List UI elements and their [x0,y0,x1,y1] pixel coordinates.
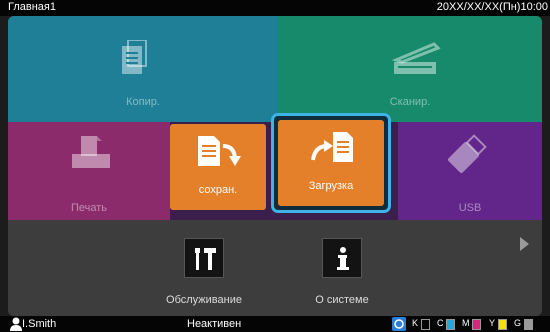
printer-tray-icon [72,136,110,168]
scan-label: Сканир. [389,96,431,108]
system-info-button[interactable] [322,238,362,278]
maintenance-label: Обслуживание [166,294,242,306]
ink-letter-g: G [514,318,522,328]
tools-area: Обслуживание О системе [8,220,542,316]
device-state: Неактивен [187,318,242,330]
load-document-icon [311,132,353,162]
load-button[interactable]: Загрузка [278,120,384,206]
save-document-icon [198,136,241,166]
ink-level-g [524,319,533,330]
usb-label: USB [458,202,482,214]
save-button[interactable]: сохран. [170,124,266,210]
network-icon [392,317,406,331]
print-tile[interactable]: Печать [8,122,170,220]
ink-level-y [498,319,507,330]
tools-icon [195,248,216,270]
copy-tile[interactable]: Копир. [8,16,278,122]
ink-letter-c: C [437,318,444,328]
maintenance-button[interactable] [184,238,224,278]
status-bar: I.Smith Неактивен K C M Y G [0,316,550,332]
usb-drive-icon [448,134,487,173]
next-page-arrow[interactable] [520,237,529,251]
top-bar: Главная1 20XX/XX/XX(Пн)10:00 [0,0,550,16]
ink-level-m [472,319,481,330]
system-label: О системе [315,294,369,306]
scan-tile[interactable]: Сканир. [278,16,542,122]
usb-tile[interactable]: USB [398,122,542,220]
ink-letter-k: K [412,318,419,328]
ink-letter-m: M [462,318,470,328]
screen-title: Главная1 [8,1,56,13]
user-name: I.Smith [22,318,57,330]
info-icon [337,247,349,270]
copy-label: Копир. [126,96,160,108]
save-label: сохран. [198,184,238,196]
ink-letter-y: Y [489,318,496,328]
scanner-icon [391,42,441,74]
copy-document-icon [122,40,147,74]
ink-level-c [446,319,455,330]
load-label: Загрузка [308,180,354,192]
home-panel: Копир. Сканир. Печать USB сохран. Загруз… [8,16,542,316]
user-icon [10,317,22,331]
clock: 20XX/XX/XX(Пн)10:00 [436,1,548,13]
ink-level-k [421,319,430,330]
print-label: Печать [70,202,108,214]
